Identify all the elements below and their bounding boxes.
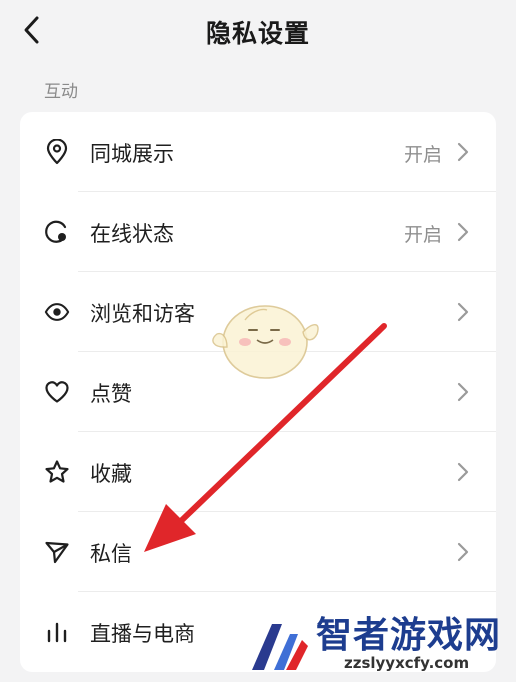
star-icon [44, 459, 70, 485]
setting-label: 私信 [90, 542, 132, 566]
mascot-watermark [212, 305, 319, 379]
chevron-right-icon [456, 301, 470, 323]
section-label-interaction: 互动 [44, 82, 78, 102]
site-watermark: 智者游戏网 zzslyyxcfy.com [246, 604, 516, 682]
setting-value: 开启 [403, 224, 442, 246]
page-title: 隐私设置 [205, 19, 310, 48]
chevron-right-icon [456, 141, 470, 163]
chevron-right-icon [456, 541, 470, 563]
setting-label: 收藏 [90, 462, 132, 486]
site-logo [252, 624, 308, 670]
setting-row-online-status[interactable]: 在线状态 开启 [20, 192, 496, 272]
eye-icon [44, 299, 70, 325]
setting-row-same-city[interactable]: 同城展示 开启 [20, 112, 496, 192]
watermark-title: 智者游戏网 [316, 615, 502, 656]
online-status-icon [44, 219, 70, 245]
setting-value: 开启 [403, 144, 442, 166]
location-pin-icon [44, 139, 70, 165]
setting-row-private-message[interactable]: 私信 [20, 512, 496, 592]
chevron-right-icon [456, 381, 470, 403]
bar-chart-icon [44, 619, 70, 645]
chevron-right-icon [456, 461, 470, 483]
send-icon [44, 539, 70, 565]
settings-card: 同城展示 开启 在线状态 开启 浏览和访客 点赞 收藏 私信 直播与电商 [20, 112, 496, 672]
setting-row-favorites[interactable]: 收藏 [20, 432, 496, 512]
chevron-right-icon [456, 221, 470, 243]
setting-label: 直播与电商 [90, 622, 195, 646]
watermark-url: zzslyyxcfy.com [344, 654, 470, 672]
setting-label: 在线状态 [90, 222, 174, 246]
heart-icon [44, 379, 70, 405]
top-bar: 隐私设置 [0, 0, 516, 60]
setting-label: 浏览和访客 [90, 302, 195, 326]
setting-label: 同城展示 [90, 142, 174, 166]
setting-label: 点赞 [90, 382, 132, 406]
